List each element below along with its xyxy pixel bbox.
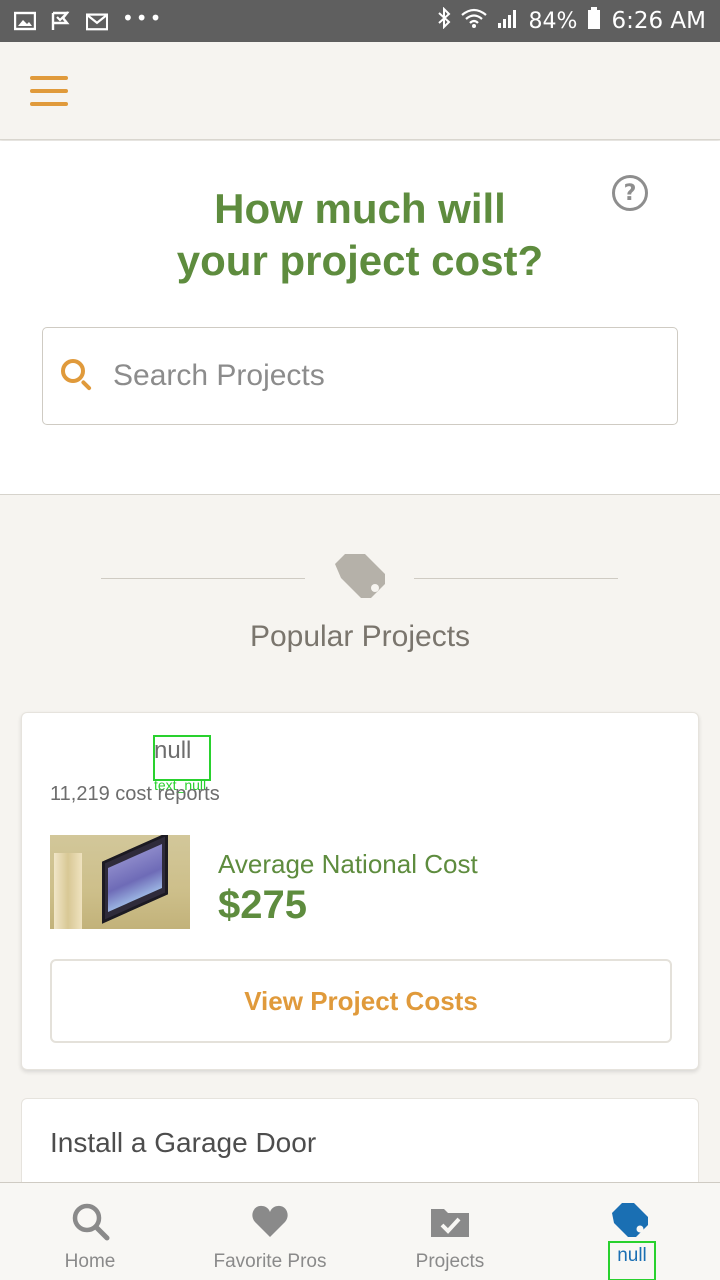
view-project-costs-button[interactable]: View Project Costs: [50, 959, 672, 1043]
nav-projects[interactable]: Projects: [360, 1183, 540, 1280]
project-name: Install a Garage Door: [50, 1127, 317, 1158]
wifi-icon: [460, 8, 487, 34]
nav-cost-guide[interactable]: null: [540, 1183, 720, 1280]
folder-check-icon: [430, 1201, 470, 1241]
section-title: Popular Projects: [249, 620, 471, 653]
nav-favorite-pros-label: Favorite Pros: [213, 1251, 327, 1272]
search-icon: [61, 359, 95, 393]
help-icon[interactable]: ?: [612, 175, 648, 211]
nav-projects-label: Projects: [415, 1251, 485, 1272]
annotation-box: [153, 735, 211, 781]
average-cost-label: Average National Cost: [218, 849, 478, 879]
search-input[interactable]: [113, 359, 633, 393]
notification-icons: •••: [14, 6, 164, 31]
nav-home[interactable]: Home: [0, 1183, 180, 1280]
more-notifications-icon: •••: [122, 6, 164, 30]
bluetooth-icon: [437, 6, 451, 35]
battery-percent: 84%: [528, 8, 578, 34]
tag-icon: [610, 1201, 650, 1241]
bottom-navigation: Home Favorite Pros Projects null: [0, 1182, 720, 1280]
hamburger-menu-icon[interactable]: [30, 76, 68, 106]
app-bar: [0, 42, 720, 140]
average-cost-value: $275: [218, 883, 307, 927]
battery-icon: [587, 7, 601, 35]
system-icons: 84% 6:26 AM: [437, 6, 706, 35]
nav-home-label: Home: [64, 1251, 116, 1272]
cost-search-hero: How much will your project cost? ?: [0, 141, 720, 495]
tv-shape: [102, 835, 168, 924]
search-bar[interactable]: [42, 327, 678, 425]
project-card[interactable]: null text_null 11,219 cost reports Avera…: [21, 712, 699, 1070]
mail-icon: [86, 11, 108, 31]
annotation-box: [608, 1241, 656, 1280]
title-line-2: your project cost?: [176, 237, 544, 284]
heart-icon: [250, 1201, 290, 1241]
cost-reports-count: 11,219 cost reports: [50, 783, 220, 805]
signal-icon: [497, 8, 519, 34]
check-flag-icon: [50, 11, 72, 31]
curtain-shape: [54, 853, 82, 929]
status-bar: ••• 84% 6:26 AM: [0, 0, 720, 42]
divider: [101, 578, 305, 579]
price-tag-icon: [331, 550, 389, 608]
gallery-icon: [14, 11, 36, 31]
search-icon: [70, 1201, 110, 1241]
clock: 6:26 AM: [611, 8, 706, 34]
project-thumbnail: [50, 835, 190, 929]
popular-projects-header: Popular Projects: [0, 548, 720, 668]
nav-favorite-pros[interactable]: Favorite Pros: [180, 1183, 360, 1280]
divider: [414, 578, 618, 579]
